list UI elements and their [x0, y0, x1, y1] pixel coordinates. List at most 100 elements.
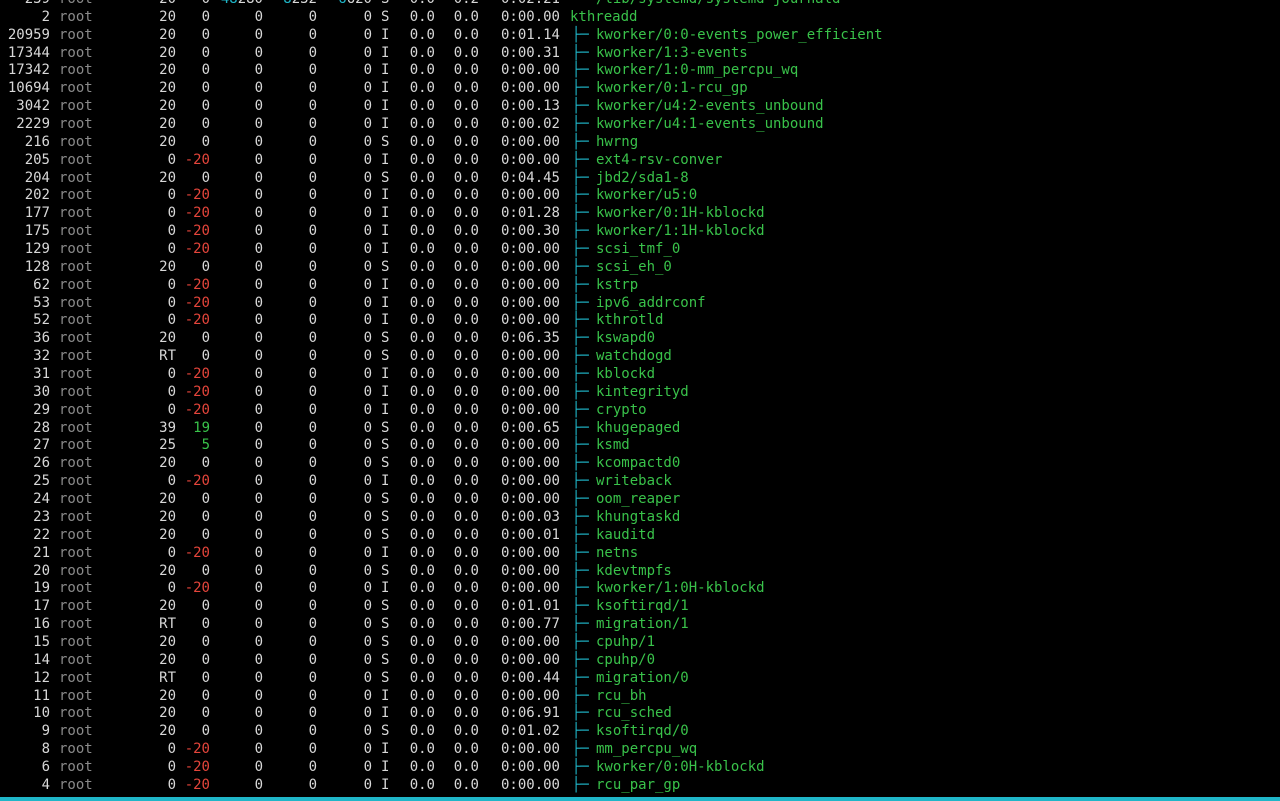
res-cell: 0 — [308, 330, 317, 347]
command-cell: crypto — [596, 401, 647, 418]
process-row[interactable]: 22 root 20 0 0 0 0 S 0.0 0.0 0:00.01 ├─ kauditd — [0, 527, 1280, 545]
process-row[interactable]: 52 root 0 -20 0 0 0 I 0.0 0.0 0:00.00 ├─ kthrotld — [0, 312, 1280, 330]
time-cell: 0:00.00 — [500, 312, 560, 329]
state-cell: I — [381, 62, 390, 79]
process-row[interactable]: 8 root 0 -20 0 0 0 I 0.0 0.0 0:00.00 ├─ mm_percpu_wq — [0, 741, 1280, 759]
tree-branch: ├─ — [572, 169, 589, 186]
priority-cell: 20 — [159, 651, 176, 668]
cpu-percent-cell: 0.0 — [409, 687, 435, 704]
user-cell: root — [59, 223, 93, 240]
priority-cell: 20 — [159, 169, 176, 186]
process-row[interactable]: 11 root 20 0 0 0 0 I 0.0 0.0 0:00.00 ├─ rcu_bh — [0, 688, 1280, 706]
process-row[interactable]: 20 root 20 0 0 0 0 S 0.0 0.0 0:00.00 ├─ kdevtmpfs — [0, 563, 1280, 581]
pid-cell: 129 — [24, 241, 50, 258]
user-cell: root — [59, 294, 93, 311]
process-row[interactable]: 4 root 0 -20 0 0 0 I 0.0 0.0 0:00.00 ├─ rcu_par_gp — [0, 777, 1280, 795]
process-row[interactable]: 24 root 20 0 0 0 0 S 0.0 0.0 0:00.00 ├─ oom_reaper — [0, 491, 1280, 509]
cpu-percent-cell: 0.0 — [409, 580, 435, 597]
process-row[interactable]: 175 root 0 -20 0 0 0 I 0.0 0.0 0:00.30 ├─ kworker/1:… — [0, 223, 1280, 241]
tree-branch: ├─ — [572, 758, 589, 775]
virt-cell: 0 — [254, 669, 263, 686]
shr-cell: 0 — [363, 26, 372, 43]
process-row[interactable]: 2229 root 20 0 0 0 0 I 0.0 0.0 0:00.02 ├─ kworker/u4… — [0, 116, 1280, 134]
state-cell: I — [381, 276, 390, 293]
state-cell: I — [381, 205, 390, 222]
process-row[interactable]: 239root2004828082326620S0.00.20:02.21└─/… — [0, 0, 1280, 9]
process-row[interactable]: 27 root 25 5 0 0 0 S 0.0 0.0 0:00.00 ├─ ksmd — [0, 437, 1280, 455]
shr-cell-thousands: 6 — [338, 0, 346, 7]
tree-branch: ├─ — [572, 723, 589, 740]
command-cell: kworker/0:1-rcu_gp — [596, 80, 748, 97]
process-row[interactable]: 32 root RT 0 0 0 0 S 0.0 0.0 0:00.00 ├─ watchdogd — [0, 348, 1280, 366]
process-row[interactable]: 31 root 0 -20 0 0 0 I 0.0 0.0 0:00.00 ├─ kblockd — [0, 366, 1280, 384]
process-row[interactable]: 10694 root 20 0 0 0 0 I 0.0 0.0 0:00.00 ├─ kworker/0… — [0, 80, 1280, 98]
process-row[interactable]: 62 root 0 -20 0 0 0 I 0.0 0.0 0:00.00 ├─ kstrp — [0, 277, 1280, 295]
user-cell: root — [59, 44, 93, 61]
time-cell: 0:04.45 — [500, 169, 560, 186]
virt-cell: 0 — [254, 473, 263, 490]
process-row[interactable]: 177 root 0 -20 0 0 0 I 0.0 0.0 0:01.28 ├─ kworker/0:… — [0, 205, 1280, 223]
process-row[interactable]: 205 root 0 -20 0 0 0 I 0.0 0.0 0:00.00 ├─ ext4-rsv-c… — [0, 152, 1280, 170]
priority-cell: 39 — [159, 419, 176, 436]
command-cell: scsi_tmf_0 — [596, 241, 681, 258]
process-row[interactable]: 19 root 0 -20 0 0 0 I 0.0 0.0 0:00.00 ├─ kworker/1:0… — [0, 580, 1280, 598]
process-row[interactable]: 129 root 0 -20 0 0 0 I 0.0 0.0 0:00.00 ├─ scsi_tmf_0 — [0, 241, 1280, 259]
process-row[interactable]: 17 root 20 0 0 0 0 S 0.0 0.0 0:01.01 ├─ ksoftirqd/1 — [0, 598, 1280, 616]
process-row[interactable]: 216 root 20 0 0 0 0 S 0.0 0.0 0:00.00 ├─ hwrng — [0, 134, 1280, 152]
tree-branch: ├─ — [572, 366, 589, 383]
process-row[interactable]: 202 root 0 -20 0 0 0 I 0.0 0.0 0:00.00 ├─ kworker/u5… — [0, 187, 1280, 205]
command-cell: kworker/0:0-events_power_efficient — [596, 26, 883, 43]
shr-cell: 0 — [363, 633, 372, 650]
state-cell: S — [381, 258, 390, 275]
process-row[interactable]: 20959 root 20 0 0 0 0 I 0.0 0.0 0:01.14 ├─ kworker/0… — [0, 27, 1280, 45]
pid-cell: 30 — [33, 383, 50, 400]
process-row[interactable]: 10 root 20 0 0 0 0 I 0.0 0.0 0:06.91 ├─ rcu_sched — [0, 705, 1280, 723]
process-row[interactable]: 26 root 20 0 0 0 0 S 0.0 0.0 0:00.00 ├─ kcompactd0 — [0, 455, 1280, 473]
mem-percent-cell: 0.0 — [453, 616, 479, 633]
process-row[interactable]: 21 root 0 -20 0 0 0 I 0.0 0.0 0:00.00 ├─ netns — [0, 545, 1280, 563]
state-cell: S — [381, 491, 390, 508]
user-cell: root — [59, 80, 93, 97]
process-row[interactable]: 2 root 20 0 0 0 0 S 0.0 0.0 0:00.00 kthreadd — [0, 9, 1280, 27]
virt-cell: 0 — [254, 580, 263, 597]
process-row[interactable]: 9 root 20 0 0 0 0 S 0.0 0.0 0:01.02 ├─ ksoftirqd/0 — [0, 723, 1280, 741]
process-row[interactable]: 16 root RT 0 0 0 0 S 0.0 0.0 0:00.77 ├─ migration/1 — [0, 616, 1280, 634]
process-row[interactable]: 6 root 0 -20 0 0 0 I 0.0 0.0 0:00.00 ├─ kworker/0:0H… — [0, 759, 1280, 777]
pid-cell: 31 — [33, 366, 50, 383]
process-row[interactable]: 29 root 0 -20 0 0 0 I 0.0 0.0 0:00.00 ├─ crypto — [0, 402, 1280, 420]
process-row[interactable]: 23 root 20 0 0 0 0 S 0.0 0.0 0:00.03 ├─ khungtaskd — [0, 509, 1280, 527]
process-row[interactable]: 36 root 20 0 0 0 0 S 0.0 0.0 0:06.35 ├─ kswapd0 — [0, 330, 1280, 348]
process-row[interactable]: 14 root 20 0 0 0 0 S 0.0 0.0 0:00.00 ├─ cpuhp/0 — [0, 652, 1280, 670]
res-cell: 0 — [308, 294, 317, 311]
cpu-percent-cell: 0.0 — [409, 723, 435, 740]
command-cell: netns — [596, 544, 639, 561]
process-row[interactable]: 15 root 20 0 0 0 0 S 0.0 0.0 0:00.00 ├─ cpuhp/1 — [0, 634, 1280, 652]
process-row[interactable]: 28 root 39 19 0 0 0 S 0.0 0.0 0:00.65 ├─ khugepaged — [0, 420, 1280, 438]
process-row[interactable]: 3042 root 20 0 0 0 0 I 0.0 0.0 0:00.13 ├─ kworker/u4… — [0, 98, 1280, 116]
process-row[interactable]: 30 root 0 -20 0 0 0 I 0.0 0.0 0:00.00 ├─ kintegrityd — [0, 384, 1280, 402]
shr-cell: 0 — [363, 705, 372, 722]
priority-cell: 0 — [167, 544, 176, 561]
process-row[interactable]: 17342 root 20 0 0 0 0 I 0.0 0.0 0:00.00 ├─ kworker/1… — [0, 62, 1280, 80]
mem-percent-cell: 0.0 — [453, 98, 479, 115]
res-cell: 0 — [308, 723, 317, 740]
virt-cell: 0 — [254, 276, 263, 293]
nice-cell: -20 — [184, 741, 210, 758]
pid-cell: 20959 — [7, 26, 50, 43]
state-cell: I — [381, 366, 390, 383]
process-row[interactable]: 17344 root 20 0 0 0 0 I 0.0 0.0 0:00.31 ├─ kworker/1… — [0, 45, 1280, 63]
tree-branch: ├─ — [572, 80, 589, 97]
mem-percent-cell: 0.0 — [453, 294, 479, 311]
cpu-percent-cell: 0.0 — [409, 651, 435, 668]
process-row[interactable]: 12 root RT 0 0 0 0 S 0.0 0.0 0:00.44 ├─ migration/0 — [0, 670, 1280, 688]
process-row[interactable]: 204 root 20 0 0 0 0 S 0.0 0.0 0:04.45 ├─ jbd2/sda1-8 — [0, 170, 1280, 188]
mem-percent-cell: 0.0 — [453, 562, 479, 579]
process-row[interactable]: 128 root 20 0 0 0 0 S 0.0 0.0 0:00.00 ├─ scsi_eh_0 — [0, 259, 1280, 277]
cpu-percent-cell: 0.0 — [409, 616, 435, 633]
shr-cell: 0 — [363, 44, 372, 61]
time-cell: 0:00.03 — [500, 508, 560, 525]
process-row[interactable]: 25 root 0 -20 0 0 0 I 0.0 0.0 0:00.00 ├─ writeback — [0, 473, 1280, 491]
res-cell: 0 — [308, 544, 317, 561]
process-row[interactable]: 53 root 0 -20 0 0 0 I 0.0 0.0 0:00.00 ├─ ipv6_addrco… — [0, 295, 1280, 313]
virt-cell: 0 — [254, 383, 263, 400]
